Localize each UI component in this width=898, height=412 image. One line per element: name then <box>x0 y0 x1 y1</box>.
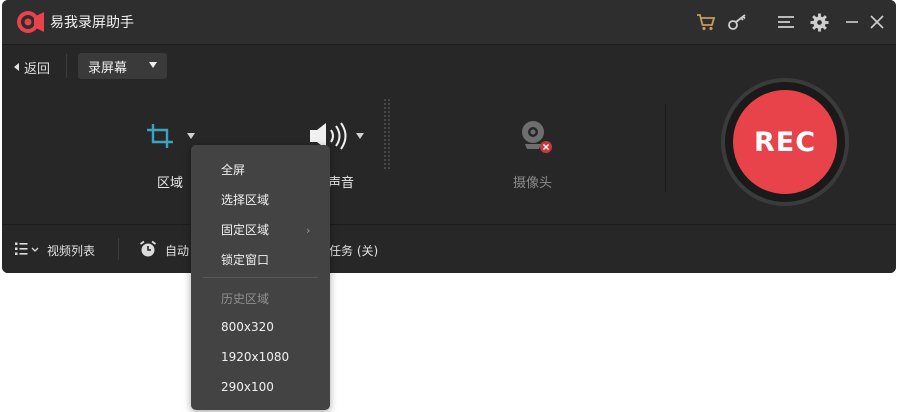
region-dropdown-menu: 全屏 选择区域 固定区域 › 锁定窗口 历史区域 800x320 1920x10… <box>191 145 330 410</box>
app-window: 易我录屏助手 返回 录屏幕 区域 声音 摄像头 REC 视频列表 自动 任务 (… <box>2 0 896 273</box>
history-region-header: 历史区域 <box>221 292 270 306</box>
alarm-clock-icon[interactable] <box>139 240 157 258</box>
task-status-label[interactable]: 任务 (关) <box>329 242 378 259</box>
auto-label[interactable]: 自动 <box>165 242 189 259</box>
minimize-icon[interactable] <box>841 11 863 33</box>
title-bar: 易我录屏助手 <box>2 0 896 45</box>
history-item-800x320[interactable]: 800x320 <box>221 320 274 334</box>
history-item-290x100[interactable]: 290x100 <box>221 380 274 394</box>
video-list-icon[interactable] <box>15 242 43 256</box>
webcam-disabled-icon[interactable] <box>517 118 555 156</box>
region-label: 区域 <box>157 176 184 191</box>
app-logo-icon <box>17 11 44 33</box>
camera-label: 摄像头 <box>513 176 553 191</box>
menu-item-select-region[interactable]: 选择区域 <box>221 191 269 208</box>
sound-label: 声音 <box>328 176 355 191</box>
crop-region-icon[interactable] <box>145 122 177 150</box>
bottom-divider <box>118 238 119 260</box>
submenu-chevron-right-icon: › <box>306 224 311 237</box>
record-mode-value: 录屏幕 <box>88 60 128 76</box>
volume-level-meter <box>383 98 391 170</box>
bottom-bar <box>2 224 896 273</box>
menu-divider <box>203 277 318 278</box>
record-mode-select[interactable]: 录屏幕 <box>78 53 167 79</box>
toolbar-divider <box>66 54 67 78</box>
rec-divider <box>665 104 666 192</box>
back-arrow-icon <box>14 63 19 71</box>
menu-item-fullscreen[interactable]: 全屏 <box>221 161 245 178</box>
rec-button[interactable]: REC <box>733 90 837 194</box>
menu-icon[interactable] <box>775 11 797 33</box>
cart-icon[interactable] <box>695 11 717 33</box>
region-chevron-down-icon[interactable] <box>187 133 195 139</box>
settings-gear-icon[interactable] <box>808 11 830 33</box>
sound-chevron-down-icon[interactable] <box>356 133 364 139</box>
menu-item-fixed-region[interactable]: 固定区域 <box>221 221 269 238</box>
menu-item-lock-window[interactable]: 锁定窗口 <box>221 251 269 268</box>
history-item-1920x1080[interactable]: 1920x1080 <box>221 350 289 364</box>
key-icon[interactable] <box>727 11 749 33</box>
video-list-label[interactable]: 视频列表 <box>47 242 95 259</box>
close-icon[interactable] <box>866 11 888 33</box>
back-label: 返回 <box>24 61 51 77</box>
back-button[interactable]: 返回 <box>14 58 51 77</box>
app-title: 易我录屏助手 <box>50 15 134 31</box>
chevron-down-icon <box>149 62 157 68</box>
